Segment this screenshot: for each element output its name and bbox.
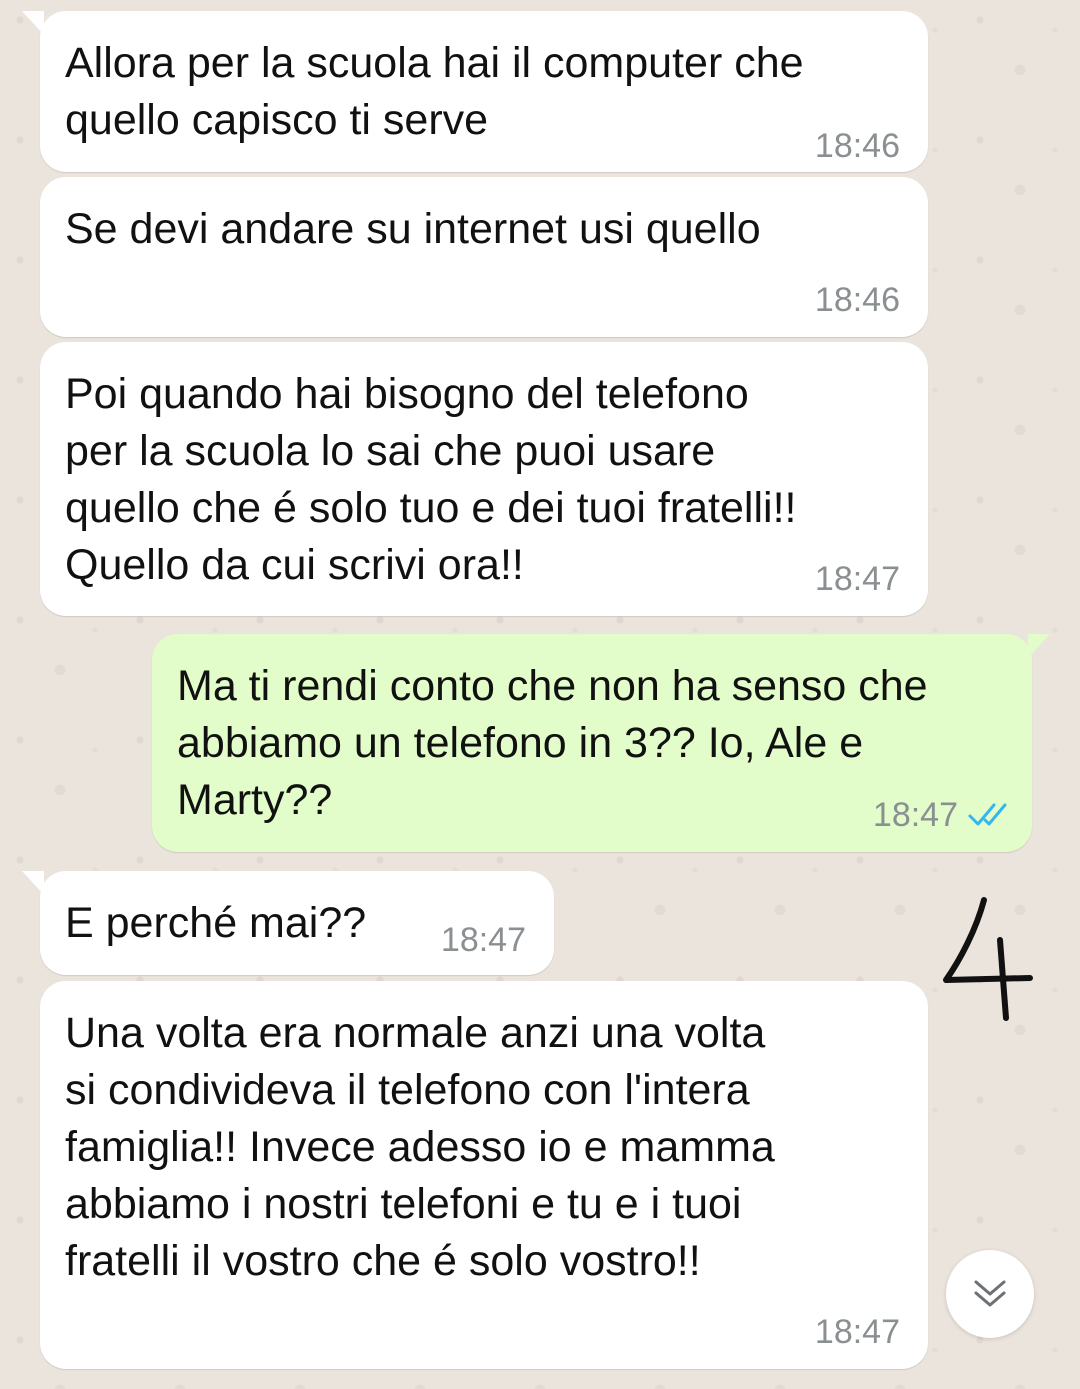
message-text: Ma ti rendi conto che non ha senso che a…: [177, 662, 928, 824]
message-text: Allora per la scuola hai il computer che…: [65, 39, 804, 144]
message-timestamp: 18:47: [872, 796, 958, 834]
message-text: Poi quando hai bisogno del telefono per …: [65, 370, 797, 589]
message-timestamp: 18:47: [814, 560, 900, 598]
message-bubble-incoming[interactable]: Allora per la scuola hai il computer che…: [22, 11, 928, 172]
message-timestamp: 18:47: [814, 1313, 900, 1351]
message-timestamp: 18:46: [814, 281, 900, 319]
message-timestamp: 18:47: [440, 921, 526, 959]
message-bubble-incoming[interactable]: Una volta era normale anzi una volta si …: [40, 981, 928, 1369]
message-text: Una volta era normale anzi una volta si …: [65, 1009, 775, 1285]
message-bubble-incoming[interactable]: Poi quando hai bisogno del telefono per …: [40, 342, 928, 616]
message-bubble-incoming[interactable]: Se devi andare su internet usi quello 18…: [40, 177, 928, 337]
message-text: E perché mai??: [65, 899, 367, 947]
message-text: Se devi andare su internet usi quello: [65, 205, 761, 253]
read-receipt-icon: [968, 803, 1007, 826]
message-bubble-outgoing[interactable]: Ma ti rendi conto che non ha senso che a…: [152, 634, 1050, 852]
chat-message-list[interactable]: Allora per la scuola hai il computer che…: [0, 0, 1080, 1389]
message-timestamp: 18:46: [814, 127, 900, 165]
handwritten-number-annotation: [943, 897, 1033, 1021]
message-bubble-incoming[interactable]: E perché mai?? 18:47: [22, 871, 554, 975]
double-chevron-down-icon: [974, 1280, 1006, 1307]
scroll-to-bottom-button[interactable]: [946, 1250, 1034, 1338]
